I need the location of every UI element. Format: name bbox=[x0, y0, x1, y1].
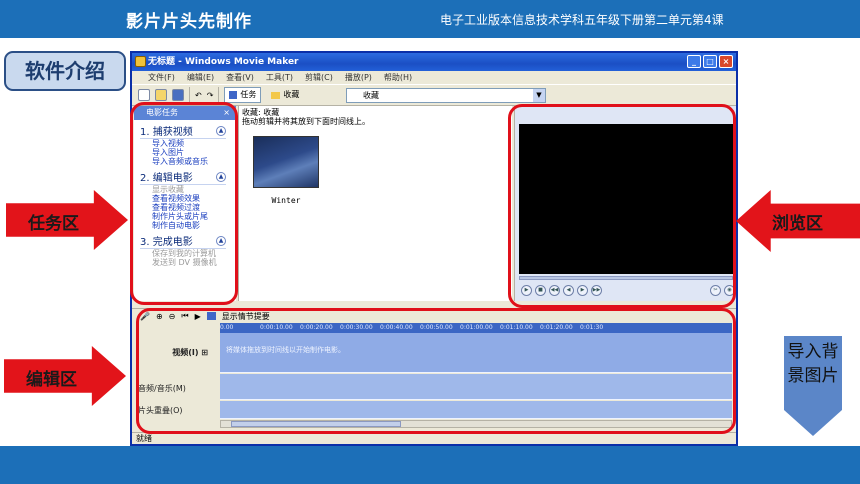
menu-help[interactable]: 帮助(H) bbox=[384, 71, 412, 84]
edit-area-highlight bbox=[136, 308, 736, 434]
collections-dropdown[interactable]: 收藏 ▼ bbox=[346, 88, 546, 103]
folder-icon bbox=[271, 91, 281, 99]
menu-view[interactable]: 查看(V) bbox=[226, 71, 254, 84]
minimize-button[interactable]: _ bbox=[687, 55, 701, 68]
toolbar-separator bbox=[189, 87, 190, 103]
app-icon bbox=[135, 56, 146, 67]
maximize-button[interactable]: □ bbox=[703, 55, 717, 68]
collection-title: 收藏: 收藏 bbox=[242, 108, 280, 117]
import-bg-arrow: 导入背景图片 bbox=[784, 336, 842, 436]
slide-title: 影片片头先制作 bbox=[126, 12, 252, 32]
chevron-down-icon[interactable]: ▼ bbox=[533, 89, 545, 102]
browse-area-highlight bbox=[508, 104, 736, 308]
collection-pane: 收藏: 收藏 拖动剪辑并将其放到下面时间线上。 Winter bbox=[238, 106, 512, 301]
task-area-label: 任务区 bbox=[28, 214, 79, 234]
tasks-button-label: 任务 bbox=[240, 90, 257, 99]
header-band: 影片片头先制作 电子工业版本信息技术学科五年级下册第二单元第4课 bbox=[0, 0, 860, 38]
menu-edit[interactable]: 编辑(E) bbox=[187, 71, 214, 84]
menu-bar: 文件(F) 编辑(E) 查看(V) 工具(T) 剪辑(C) 播放(P) 帮助(H… bbox=[132, 71, 736, 84]
close-button[interactable]: × bbox=[719, 55, 733, 68]
window-titlebar: 无标题 - Windows Movie Maker _ □ × bbox=[132, 53, 736, 71]
edit-area-label: 编辑区 bbox=[26, 370, 77, 390]
clip-thumbnail[interactable] bbox=[253, 136, 319, 188]
undo-icon[interactable]: ↶ bbox=[195, 91, 202, 100]
window-title: 无标题 - Windows Movie Maker bbox=[148, 57, 299, 67]
redo-icon[interactable]: ↷ bbox=[207, 91, 214, 100]
collections-dropdown-value: 收藏 bbox=[363, 91, 379, 100]
edit-area-arrow: 编辑区 bbox=[4, 346, 126, 406]
tasks-button[interactable]: 任务 bbox=[224, 87, 262, 103]
new-project-icon[interactable] bbox=[138, 89, 150, 101]
slide: 影片片头先制作 电子工业版本信息技术学科五年级下册第二单元第4课 软件介绍 无标… bbox=[0, 0, 860, 484]
toolbar-separator bbox=[218, 87, 220, 103]
slide-subtitle: 电子工业版本信息技术学科五年级下册第二单元第4课 bbox=[440, 13, 724, 27]
task-area-highlight bbox=[130, 102, 238, 305]
footer-band bbox=[0, 446, 860, 484]
collection-hint: 拖动剪辑并将其放到下面时间线上。 bbox=[242, 117, 370, 126]
menu-tools[interactable]: 工具(T) bbox=[266, 71, 293, 84]
tasks-icon bbox=[229, 91, 238, 99]
section-label: 软件介绍 bbox=[4, 51, 126, 91]
collections-button[interactable]: 收藏 bbox=[266, 87, 304, 103]
browse-area-label: 浏览区 bbox=[772, 214, 823, 234]
menu-play[interactable]: 播放(P) bbox=[345, 71, 372, 84]
task-area-arrow: 任务区 bbox=[6, 190, 128, 250]
import-bg-label: 导入背景图片 bbox=[787, 342, 839, 386]
clip-name: Winter bbox=[271, 196, 301, 205]
menu-file[interactable]: 文件(F) bbox=[148, 71, 175, 84]
menu-clip[interactable]: 剪辑(C) bbox=[305, 71, 333, 84]
browse-area-arrow: 浏览区 bbox=[736, 190, 860, 252]
open-project-icon[interactable] bbox=[155, 89, 167, 101]
collections-button-label: 收藏 bbox=[283, 90, 300, 99]
save-project-icon[interactable] bbox=[172, 89, 184, 101]
